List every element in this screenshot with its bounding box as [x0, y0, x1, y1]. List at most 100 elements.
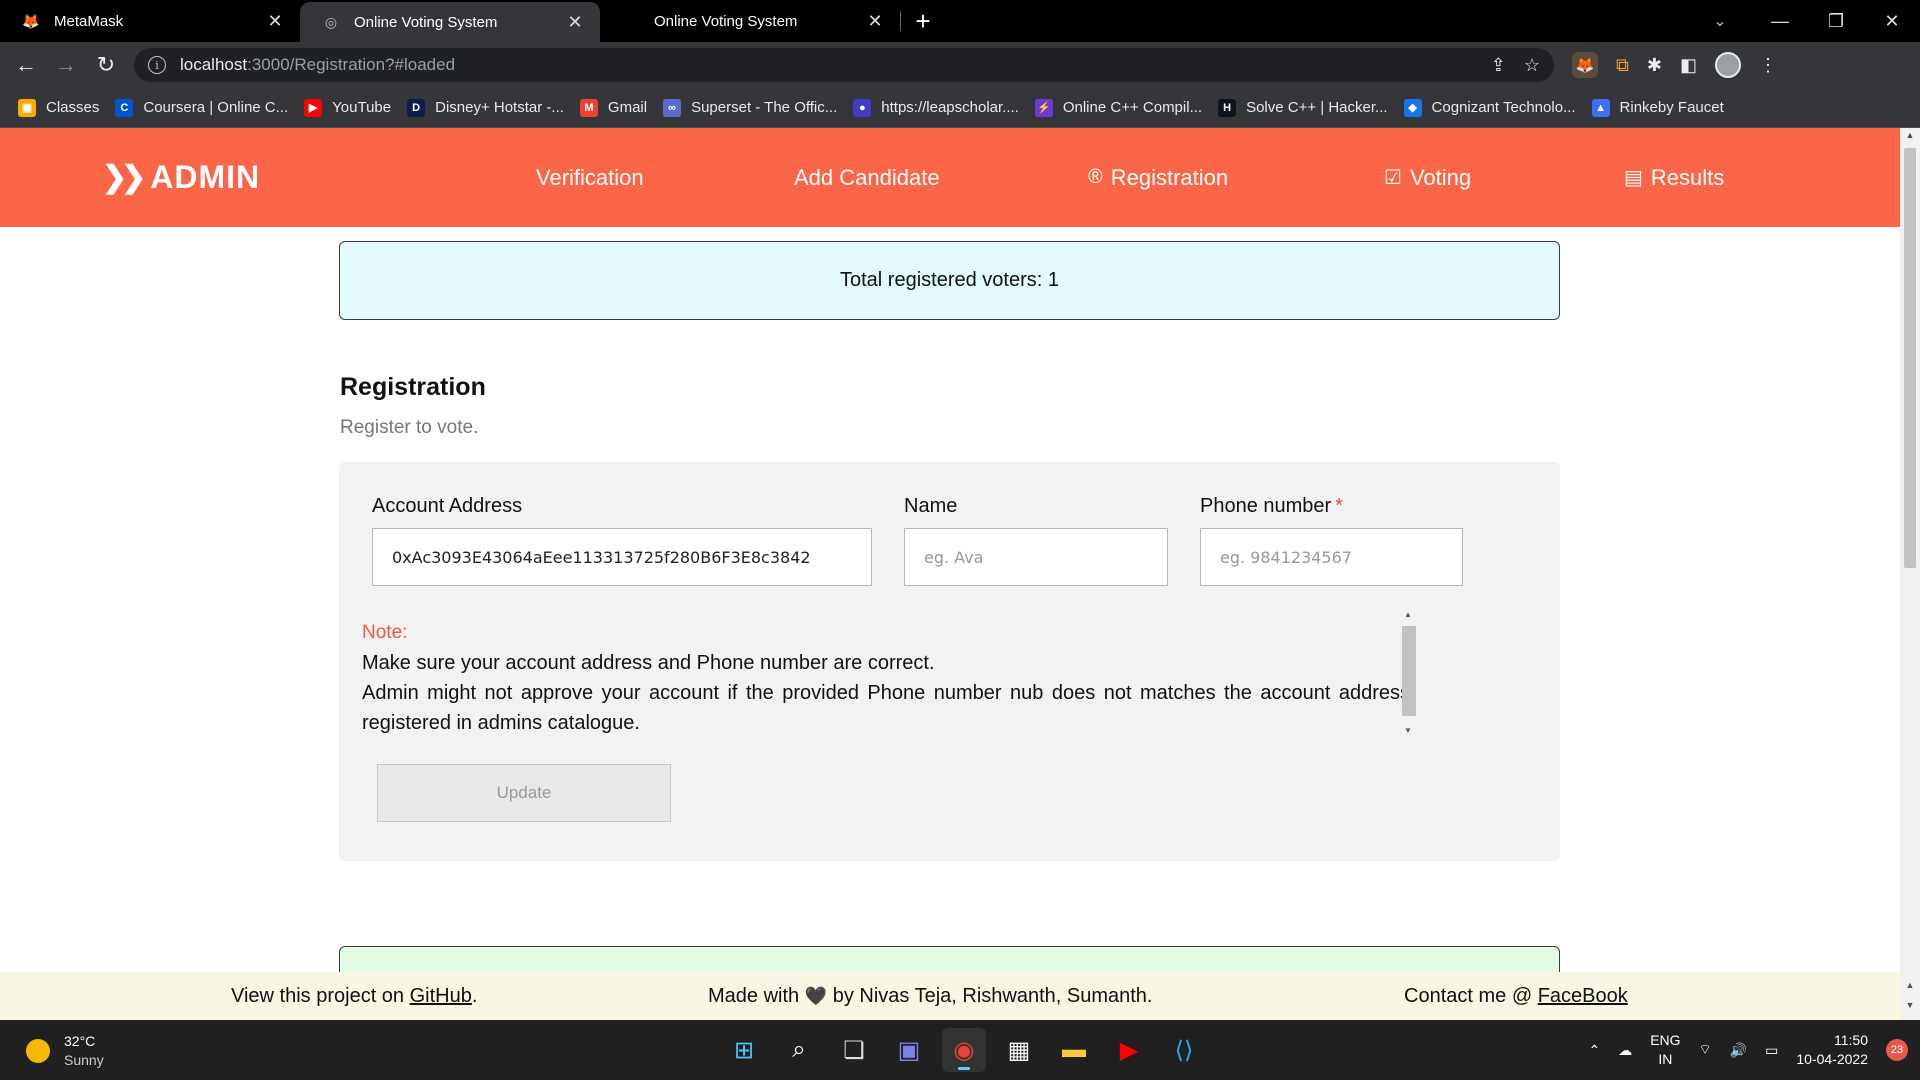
- bookmark-favicon-icon: D: [407, 98, 426, 117]
- nav-link-results[interactable]: ▤ Results: [1624, 165, 1724, 191]
- nav-link-label: Voting: [1409, 164, 1472, 190]
- bookmark-favicon-icon: ⚡: [1034, 98, 1053, 117]
- bookmark-item[interactable]: ◆ Cognizant Technolo...: [1403, 98, 1576, 117]
- scroll-down-arrow-icon[interactable]: ▼: [1900, 1000, 1920, 1016]
- facebook-link[interactable]: FaceBook: [1538, 985, 1628, 1007]
- phone-number-input[interactable]: [1200, 528, 1463, 586]
- teams-chat-icon[interactable]: ▣: [887, 1028, 931, 1072]
- scroll-up-arrow-icon[interactable]: ▲: [1900, 980, 1920, 996]
- minimize-icon[interactable]: —: [1752, 0, 1808, 42]
- footer-made-with: Made with 🖤 by Nivas Teja, Rishwanth, Su…: [708, 985, 1153, 1008]
- bookmark-item[interactable]: ● https://leapscholar....: [853, 98, 1019, 117]
- footer-made-prefix: Made with: [708, 984, 800, 1007]
- footer-contact-prefix: Contact me @: [1404, 984, 1538, 1007]
- vscode-icon[interactable]: ⟨⟩: [1162, 1028, 1206, 1072]
- name-input[interactable]: [904, 528, 1168, 586]
- forward-arrow-icon[interactable]: →: [46, 45, 86, 85]
- close-window-icon[interactable]: ✕: [1864, 0, 1920, 42]
- github-link[interactable]: GitHub: [410, 985, 472, 1007]
- side-panel-icon[interactable]: ◧: [1680, 55, 1697, 76]
- clock[interactable]: 11:50 10-04-2022: [1796, 1031, 1868, 1069]
- menu-kebab-icon[interactable]: ⋮: [1759, 55, 1777, 76]
- bookmark-favicon-icon: M: [579, 98, 598, 117]
- new-tab-button[interactable]: +: [901, 0, 945, 42]
- nav-link-voting[interactable]: ☑ Voting: [1384, 165, 1471, 191]
- bookmark-item[interactable]: C Coursera | Online C...: [115, 98, 288, 117]
- registered-mark-icon: ®: [1088, 166, 1103, 188]
- close-icon[interactable]: ✕: [264, 10, 286, 32]
- volume-icon[interactable]: 🔊: [1730, 1042, 1747, 1059]
- tab-title: MetaMask: [54, 12, 124, 30]
- extensions-puzzle-icon[interactable]: ✱: [1647, 55, 1662, 76]
- page-scroll-thumb[interactable]: [1904, 148, 1916, 568]
- site-info-icon[interactable]: i: [148, 56, 166, 74]
- note-textbox[interactable]: Note: Make sure your account address and…: [362, 618, 1410, 740]
- account-address-input[interactable]: [372, 528, 872, 586]
- note-scrollbar[interactable]: ▲ ▼: [1400, 610, 1416, 742]
- chevron-up-icon[interactable]: ⌃: [1588, 1042, 1600, 1059]
- bookmark-label: Cognizant Technolo...: [1431, 99, 1576, 116]
- bookmark-item[interactable]: ▣ Classes: [18, 98, 99, 117]
- notification-badge[interactable]: 23: [1886, 1039, 1908, 1061]
- bookmark-label: Solve C++ | Hacker...: [1246, 99, 1388, 116]
- bookmark-label: Disney+ Hotstar -...: [435, 99, 564, 116]
- onedrive-cloud-icon[interactable]: ☁: [1618, 1042, 1632, 1059]
- weather-condition: Sunny: [64, 1052, 104, 1068]
- bookmark-item[interactable]: ▲ Rinkeby Faucet: [1591, 98, 1724, 117]
- scroll-up-arrow-icon[interactable]: ▲: [1900, 130, 1920, 146]
- tab-search-chevron-icon[interactable]: ⌄: [1696, 0, 1744, 42]
- bookmark-item[interactable]: H Solve C++ | Hacker...: [1218, 98, 1388, 117]
- page-footer: View this project on GitHub. Made with 🖤…: [0, 972, 1900, 1020]
- wifi-icon[interactable]: ⌔: [1699, 1041, 1712, 1059]
- bookmark-item[interactable]: ▶ YouTube: [304, 98, 392, 117]
- note-scroll-thumb[interactable]: [1402, 626, 1416, 716]
- back-arrow-icon[interactable]: ←: [6, 45, 46, 85]
- screen-capture-icon[interactable]: ⧉: [1616, 55, 1629, 76]
- microsoft-store-icon[interactable]: ▦: [997, 1028, 1041, 1072]
- profile-avatar[interactable]: [1714, 52, 1741, 78]
- bookmark-favicon-icon: ▶: [304, 98, 323, 117]
- battery-icon[interactable]: ▭: [1765, 1042, 1778, 1059]
- language-indicator[interactable]: ENG IN: [1650, 1031, 1680, 1069]
- nav-link-label: Add Candidate: [794, 164, 940, 190]
- task-view-icon[interactable]: ❏: [832, 1028, 876, 1072]
- scroll-up-arrow-icon[interactable]: ▲: [1400, 610, 1416, 624]
- admin-navbar: ❯❯ ADMIN Verification Add Candidate ® Re…: [0, 128, 1900, 227]
- window-controls: — ❐ ✕: [1752, 0, 1920, 42]
- weather-widget[interactable]: 32°C Sunny: [26, 1032, 104, 1070]
- brand-logo[interactable]: ❯❯ ADMIN: [102, 128, 260, 227]
- search-icon[interactable]: ⌕: [777, 1028, 821, 1072]
- restore-icon[interactable]: ❐: [1808, 0, 1864, 42]
- reload-icon[interactable]: ↻: [86, 45, 126, 85]
- scroll-down-arrow-icon[interactable]: ▼: [1400, 726, 1416, 740]
- tab-online-voting-active[interactable]: ◎ Online Voting System ✕: [300, 2, 600, 42]
- bookmark-item[interactable]: M Gmail: [579, 98, 647, 117]
- nav-link-label: Results: [1650, 164, 1725, 190]
- nav-link-registration[interactable]: ® Registration: [1088, 165, 1228, 191]
- bookmark-star-icon[interactable]: ☆: [1524, 55, 1540, 76]
- tab-online-voting[interactable]: Online Voting System ✕: [600, 0, 900, 42]
- share-icon[interactable]: ⇪: [1491, 55, 1506, 76]
- account-address-label: Account Address: [372, 495, 523, 517]
- tab-metamask[interactable]: 🦊 MetaMask ✕: [0, 0, 300, 42]
- page-scrollbar[interactable]: ▲ ▲ ▼: [1900, 128, 1920, 1020]
- bookmark-item[interactable]: ∞ Superset - The Offic...: [663, 98, 837, 117]
- nav-link-add-candidate[interactable]: Add Candidate: [794, 165, 940, 191]
- file-explorer-icon[interactable]: ▬: [1052, 1028, 1096, 1072]
- update-button[interactable]: Update: [377, 764, 671, 822]
- chrome-icon[interactable]: ◉: [942, 1028, 986, 1072]
- youtube-icon[interactable]: ▶: [1107, 1028, 1151, 1072]
- page-viewport: ❯❯ ADMIN Verification Add Candidate ® Re…: [0, 128, 1900, 1020]
- windows-start-icon[interactable]: ⊞: [722, 1028, 766, 1072]
- footer-made-suffix: by Nivas Teja, Rishwanth, Sumanth.: [832, 984, 1153, 1007]
- bookmark-item[interactable]: D Disney+ Hotstar -...: [407, 98, 564, 117]
- address-bar[interactable]: i localhost:3000/Registration?#loaded ⇪ …: [134, 48, 1554, 82]
- close-icon[interactable]: ✕: [564, 11, 586, 33]
- metamask-extension-icon[interactable]: 🦊: [1572, 52, 1598, 78]
- nav-link-verification[interactable]: Verification: [536, 165, 644, 191]
- bookmark-favicon-icon: H: [1218, 98, 1237, 117]
- time: 11:50: [1834, 1032, 1868, 1048]
- bookmark-item[interactable]: ⚡ Online C++ Compil...: [1034, 98, 1202, 117]
- close-icon[interactable]: ✕: [864, 10, 886, 32]
- bookmark-label: YouTube: [332, 99, 392, 116]
